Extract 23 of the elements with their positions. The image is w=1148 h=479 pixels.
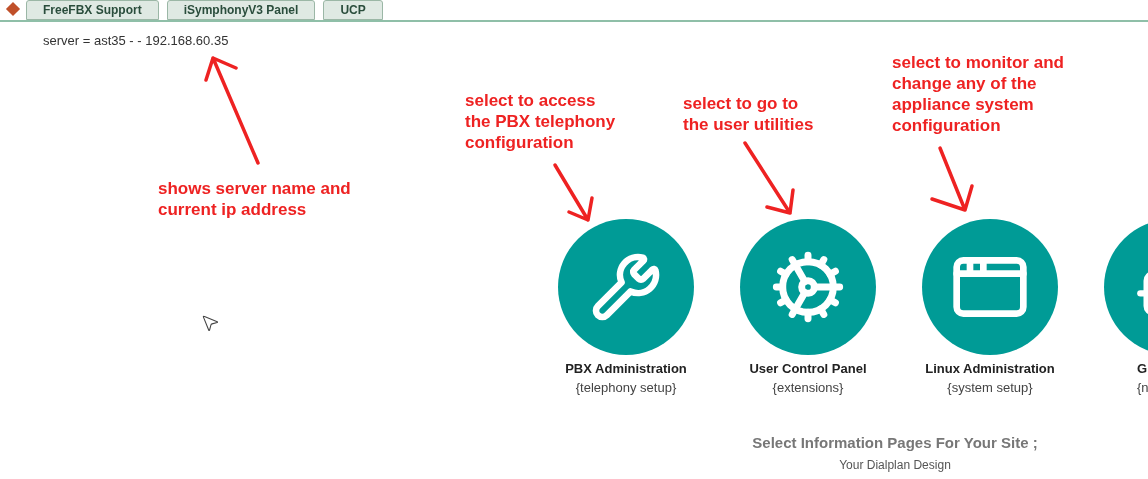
server-info: server = ast35 - - 192.168.60.35 xyxy=(43,33,229,48)
gears-icon xyxy=(770,249,846,325)
annotation-arrow xyxy=(553,163,594,222)
annotation-text: select to go to the user utilities xyxy=(683,93,814,135)
module-subtitle: {n xyxy=(1137,380,1148,396)
nav-button[interactable]: FreeFBX Support xyxy=(26,0,159,20)
section-heading: Select Information Pages For Your Site ; xyxy=(752,434,1038,452)
mouse-cursor-icon xyxy=(200,313,220,333)
annotation-text: shows server name and current ip address xyxy=(158,178,351,220)
wrench-icon xyxy=(590,251,662,323)
module-title: User Control Panel xyxy=(749,361,867,377)
module-title: Linux Administration xyxy=(925,361,1055,377)
annotation-text: select to access the PBX telephony configuration xyxy=(465,90,616,153)
annotation-arrow xyxy=(930,146,974,212)
nav-button[interactable]: iSymphonyV3 Panel xyxy=(166,0,316,20)
dialplan-link[interactable]: Your Dialplan Design xyxy=(839,458,951,472)
nav-button[interactable]: UCP xyxy=(323,0,383,20)
module-title: PBX Administration xyxy=(565,361,687,377)
module-subtitle: {extensions} xyxy=(772,380,844,396)
annotation-text: select to monitor and change any of the appliance system configuration xyxy=(892,52,1064,136)
module-subtitle: {telephony setup} xyxy=(575,380,677,396)
module-title: G xyxy=(1137,361,1148,377)
module-subtitle: {system setup} xyxy=(947,380,1033,396)
